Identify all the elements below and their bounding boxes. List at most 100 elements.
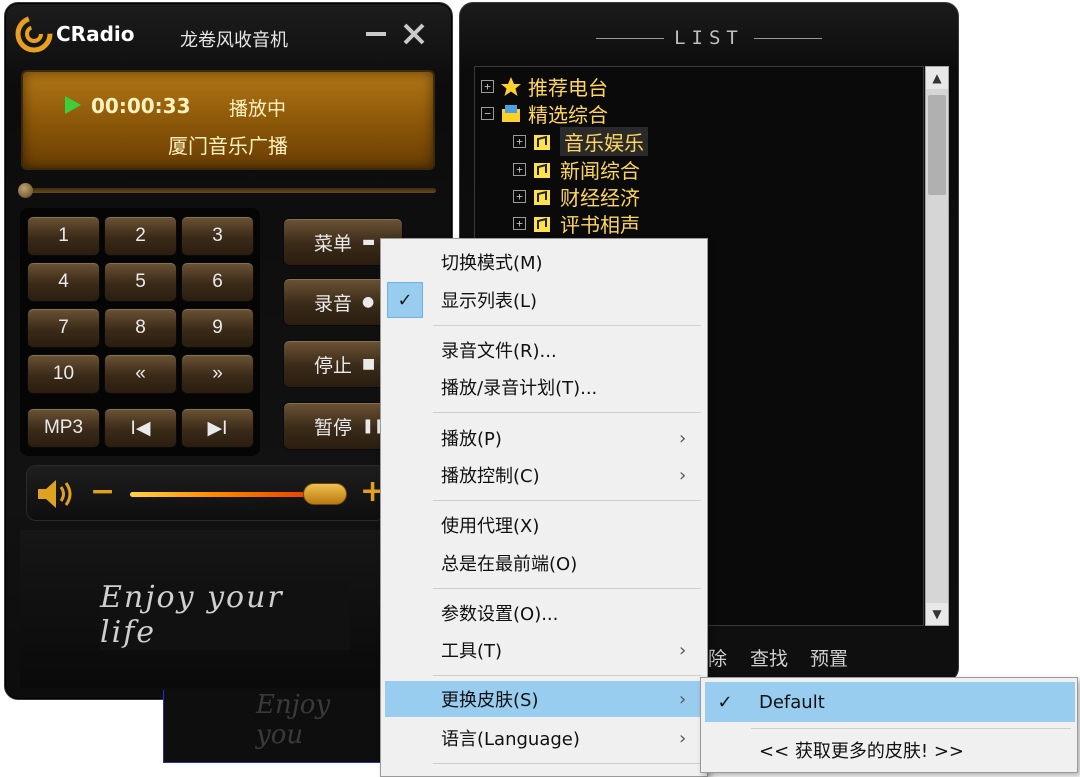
collapse-icon[interactable]: − [481, 107, 494, 120]
tree-item-label: 推荐电台 [528, 76, 608, 100]
key-9[interactable]: 9 [181, 308, 254, 348]
checkmark-icon: ✓ [387, 282, 423, 318]
mp3-button[interactable]: MP3 [27, 408, 100, 448]
key-6[interactable]: 6 [181, 262, 254, 302]
key-5[interactable]: 5 [104, 262, 177, 302]
tree-item-featured[interactable]: − 精选综合 [481, 99, 608, 128]
menu-button-label: 菜单 [314, 232, 353, 255]
menu-item-tools[interactable]: 工具(T) › [385, 632, 705, 668]
menu-item-change-skin[interactable]: 更换皮肤(S) › [385, 681, 705, 717]
slogan: Enjoy your life [100, 580, 350, 650]
volume-down-button[interactable]: − [90, 474, 120, 509]
scroll-up-icon[interactable]: ▲ [926, 67, 948, 89]
tree-item-news[interactable]: + 新闻综合 [513, 155, 640, 184]
title-divider-right [754, 38, 822, 39]
tree-item-storytelling[interactable]: + 评书相声 [513, 209, 640, 238]
menu-item-language[interactable]: 语言(Language) › [385, 720, 705, 756]
menu-item-always-on-top[interactable]: 总是在最前端(O) [385, 545, 705, 581]
list-title: LIST [674, 27, 744, 49]
tree-item-recommended[interactable]: + 推荐电台 [481, 72, 608, 101]
menu-item-play-control[interactable]: 播放控制(C) › [385, 457, 705, 493]
skin-submenu: ✓ Default << 获取更多的皮肤! >> [700, 677, 1078, 773]
scrollbar-thumb[interactable] [928, 95, 946, 195]
key-8[interactable]: 8 [104, 308, 177, 348]
tree-item-label: 精选综合 [528, 103, 608, 127]
stop-button-label: 停止 [314, 354, 353, 377]
speaker-icon[interactable] [36, 477, 76, 511]
delete-button[interactable]: 除 [708, 644, 727, 671]
progress-handle[interactable] [18, 183, 33, 198]
stop-square-icon: ■ [362, 356, 376, 372]
menu-item-settings[interactable]: 参数设置(O)... [385, 595, 705, 631]
play-indicator-icon [65, 96, 81, 114]
radio-icon [534, 134, 550, 150]
menu-item-schedule[interactable]: 播放/录音计划(T)... [385, 369, 705, 405]
cradio-logo-icon [15, 15, 53, 53]
skin-default[interactable]: ✓ Default [705, 682, 1075, 722]
tree-item-label: 财经经济 [560, 186, 640, 210]
menu-item-label: 播放控制(C) [441, 466, 540, 487]
key-10[interactable]: 10 [27, 354, 100, 394]
key-1[interactable]: 1 [27, 216, 100, 256]
submenu-arrow-icon: › [679, 727, 687, 749]
submenu-arrow-icon: › [679, 639, 687, 661]
menu-item-switch-mode[interactable]: 切换模式(M) [385, 244, 705, 280]
app-title: CRadio [56, 22, 135, 46]
menu-separator [433, 588, 701, 589]
tree-item-music[interactable]: + 音乐娱乐 [513, 127, 648, 156]
fast-forward-button[interactable]: » [181, 354, 254, 394]
close-icon[interactable] [400, 20, 428, 48]
menu-separator [751, 728, 1071, 729]
find-button[interactable]: 查找 [750, 644, 788, 671]
expand-icon[interactable]: + [513, 190, 526, 203]
pause-button-label: 暂停 [314, 416, 353, 439]
now-playing-display: 00:00:33 播放中 厦门音乐广播 [21, 70, 435, 170]
menu-item-label: 切换模式(M) [441, 253, 543, 274]
menu-item-label: 更换皮肤(S) [441, 690, 539, 711]
menu-separator [433, 325, 701, 326]
expand-icon[interactable]: + [513, 163, 526, 176]
progress-track[interactable] [24, 188, 436, 193]
tree-item-label: 评书相声 [560, 213, 640, 237]
preset-button[interactable]: 预置 [810, 644, 848, 671]
context-menu: 切换模式(M) ✓ 显示列表(L) 录音文件(R)... 播放/录音计划(T).… [380, 238, 708, 777]
next-button[interactable]: ▶I [181, 408, 254, 448]
expand-icon[interactable]: + [513, 217, 526, 230]
play-state: 播放中 [229, 98, 287, 120]
submenu-arrow-icon: › [679, 688, 687, 710]
menu-item-play[interactable]: 播放(P) › [385, 420, 705, 456]
minimize-icon[interactable] [362, 20, 390, 48]
folder-icon [502, 104, 520, 122]
skin-item-label: Default [759, 691, 825, 713]
radio-icon [534, 162, 550, 178]
key-3[interactable]: 3 [181, 216, 254, 256]
vertical-scrollbar[interactable]: ▲ ▼ [925, 66, 949, 626]
menu-item-label: 录音文件(R)... [441, 341, 557, 362]
key-7[interactable]: 7 [27, 308, 100, 348]
tree-item-finance[interactable]: + 财经经济 [513, 182, 640, 211]
menu-lines-icon: ▬ [362, 234, 376, 250]
menu-item-recording-files[interactable]: 录音文件(R)... [385, 332, 705, 368]
scroll-down-icon[interactable]: ▼ [926, 603, 948, 625]
key-4[interactable]: 4 [27, 262, 100, 302]
volume-slider-handle[interactable] [303, 483, 347, 505]
background-window: Enjoy you [163, 690, 383, 763]
key-2[interactable]: 2 [104, 216, 177, 256]
station-name: 厦门音乐广播 [168, 134, 288, 158]
menu-item-label: 总是在最前端(O) [441, 554, 578, 575]
menu-item-label: 语言(Language) [441, 729, 580, 750]
app-subtitle: 龙卷风收音机 [180, 30, 288, 51]
rewind-button[interactable]: « [104, 354, 177, 394]
submenu-arrow-icon: › [679, 464, 687, 486]
expand-icon[interactable]: + [481, 80, 494, 93]
skin-get-more[interactable]: << 获取更多的皮肤! >> [705, 730, 1075, 770]
menu-item-use-proxy[interactable]: 使用代理(X) [385, 507, 705, 543]
skin-item-label: << 获取更多的皮肤! >> [759, 741, 964, 762]
menu-item-label: 播放(P) [441, 429, 502, 450]
expand-icon[interactable]: + [513, 135, 526, 148]
menu-item-label: 播放/录音计划(T)... [441, 378, 598, 399]
tree-item-label: 音乐娱乐 [560, 127, 648, 156]
previous-button[interactable]: I◀ [104, 408, 177, 448]
background-slogan: Enjoy you [256, 690, 331, 750]
menu-item-show-list[interactable]: ✓ 显示列表(L) [385, 282, 705, 318]
